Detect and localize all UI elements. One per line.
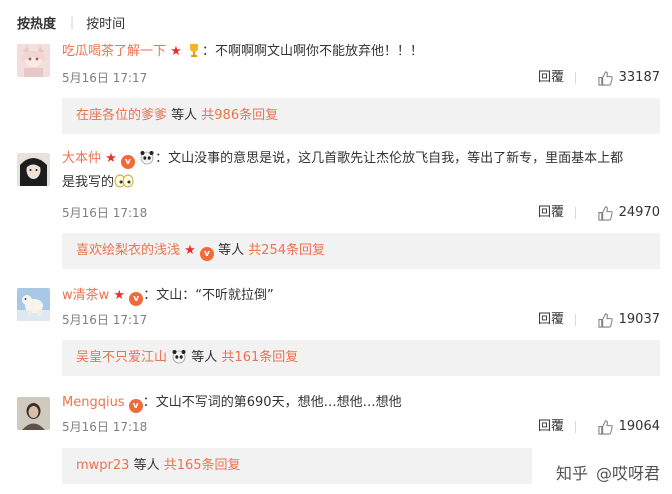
- comment-meta: 5月16日 17:17 回覆 33187: [62, 68, 660, 88]
- comment-content: 大本仲 ★ v ：文山没事的意思是说，这几首歌先让杰伦放飞自我，等出了新专，里面…: [62, 147, 660, 195]
- trophy-badge-icon: [186, 42, 202, 58]
- vip-badge-icon: v: [129, 292, 144, 306]
- like-count: 24970: [618, 205, 660, 220]
- comment-text: 不啊啊啊文山啊你不能放弃他！！！: [214, 44, 423, 59]
- zhihu-watermark: 知乎 @哎呀君: [556, 460, 660, 484]
- sub-replies-box[interactable]: mwpr23 等人 共165条回复: [62, 448, 532, 484]
- comment-colon: ：: [201, 44, 215, 59]
- panda-badge-icon: [171, 343, 187, 364]
- reply-button[interactable]: 回覆: [538, 310, 564, 330]
- sub-reply-count[interactable]: 共254条回复: [248, 243, 325, 258]
- sub-reply-count[interactable]: 共161条回复: [221, 350, 298, 365]
- reply-button[interactable]: 回覆: [538, 417, 564, 437]
- thumbs-up-icon: [598, 419, 613, 435]
- like-count: 19037: [618, 312, 660, 327]
- comment-meta: 5月16日 17:18 回覆 19064: [62, 417, 660, 437]
- eyes-emoji-icon: [114, 173, 134, 189]
- comment-colon: ：: [142, 395, 156, 410]
- comment-time: 5月16日 17:18: [62, 420, 148, 434]
- sub-replies-box[interactable]: 吴皇不只爱江山 等人 共161条回复: [62, 340, 660, 376]
- thumbs-up-icon: [598, 205, 613, 221]
- avatar[interactable]: [17, 397, 50, 430]
- comment-meta: 5月16日 17:17 回覆 19037: [62, 310, 660, 330]
- meta-divider: [575, 421, 576, 433]
- star-badge-icon: ★: [113, 288, 126, 303]
- sub-reply-user[interactable]: 在座各位的爹爹: [76, 108, 167, 123]
- avatar[interactable]: [17, 288, 50, 321]
- comment-content: w清茶w ★ v ：文山：“不听就拉倒”: [62, 284, 660, 308]
- meta-divider: [575, 314, 576, 326]
- watermark-site: 知乎: [555, 464, 588, 483]
- sort-bar: 按热度 | 按时间: [17, 10, 125, 34]
- username-link[interactable]: 大本仲: [62, 151, 101, 166]
- avatar[interactable]: [17, 153, 50, 186]
- thumbs-up-icon: [598, 70, 613, 86]
- avatar[interactable]: [17, 44, 50, 77]
- meta-divider: [575, 207, 576, 219]
- sub-reply-and-others: 等人: [213, 243, 249, 258]
- sub-reply-and-others: 等人: [167, 108, 202, 123]
- sub-reply-user[interactable]: mwpr23: [76, 458, 129, 473]
- sub-reply-count[interactable]: 共165条回复: [164, 458, 241, 473]
- comment-time: 5月16日 17:18: [62, 206, 148, 220]
- meta-divider: [575, 72, 576, 84]
- star-badge-icon: ★: [105, 151, 117, 166]
- like-count: 19064: [618, 419, 660, 434]
- sub-replies-box[interactable]: 在座各位的爹爹 等人 共986条回复: [62, 98, 660, 134]
- comment-text: 文山没事的意思是说，这几首歌先让杰伦放飞自我，等出了新专，里面基本上都: [168, 151, 624, 166]
- sort-divider: |: [70, 15, 75, 29]
- comment-colon: ：: [143, 288, 157, 303]
- like-button[interactable]: 19064: [598, 417, 660, 437]
- comment-text: 文山不写词的第690天，想他…想他…想他: [155, 395, 402, 410]
- panda-badge-icon: [139, 149, 155, 165]
- vip-badge-icon: v: [199, 247, 214, 261]
- comment-text-continued: 是我写的: [62, 175, 115, 190]
- sub-reply-and-others: 等人: [129, 458, 164, 473]
- sub-reply-user[interactable]: 吴皇不只爱江山: [76, 350, 167, 365]
- sort-by-time-tab[interactable]: 按时间: [86, 13, 125, 32]
- comment-text: 文山：“不听就拉倒”: [156, 288, 274, 303]
- sort-by-hot-tab[interactable]: 按热度: [17, 13, 56, 32]
- vip-badge-icon: v: [120, 155, 135, 169]
- like-button[interactable]: 19037: [598, 310, 660, 330]
- like-count: 33187: [618, 70, 660, 85]
- star-badge-icon: ★: [184, 243, 196, 258]
- thumbs-up-icon: [598, 312, 613, 328]
- vip-badge-icon: v: [128, 399, 143, 413]
- like-button[interactable]: 24970: [598, 203, 660, 223]
- username-link[interactable]: 吃瓜喝茶了解一下: [62, 44, 166, 59]
- like-button[interactable]: 33187: [598, 68, 660, 88]
- comment-time: 5月16日 17:17: [62, 71, 148, 85]
- comment-time: 5月16日 17:17: [62, 313, 148, 327]
- comment-colon: ：: [155, 151, 169, 166]
- sub-reply-and-others: 等人: [187, 350, 222, 365]
- username-link[interactable]: Mengqius: [62, 395, 125, 410]
- comment-content: 吃瓜喝茶了解一下 ★ ：不啊啊啊文山啊你不能放弃他！！！: [62, 40, 660, 64]
- comment-meta: 5月16日 17:18 回覆 24970: [62, 203, 660, 223]
- username-link[interactable]: w清茶w: [62, 288, 109, 303]
- sub-reply-count[interactable]: 共986条回复: [201, 108, 278, 123]
- sub-reply-user[interactable]: 喜欢绘梨衣的浅浅: [76, 243, 180, 258]
- star-badge-icon: ★: [170, 44, 182, 59]
- reply-button[interactable]: 回覆: [538, 203, 564, 223]
- reply-button[interactable]: 回覆: [538, 68, 564, 88]
- comment-content: Mengqius v ：文山不写词的第690天，想他…想他…想他: [62, 391, 660, 415]
- sub-replies-box[interactable]: 喜欢绘梨衣的浅浅 ★ v 等人 共254条回复: [62, 233, 660, 269]
- watermark-author: @哎呀君: [595, 464, 660, 483]
